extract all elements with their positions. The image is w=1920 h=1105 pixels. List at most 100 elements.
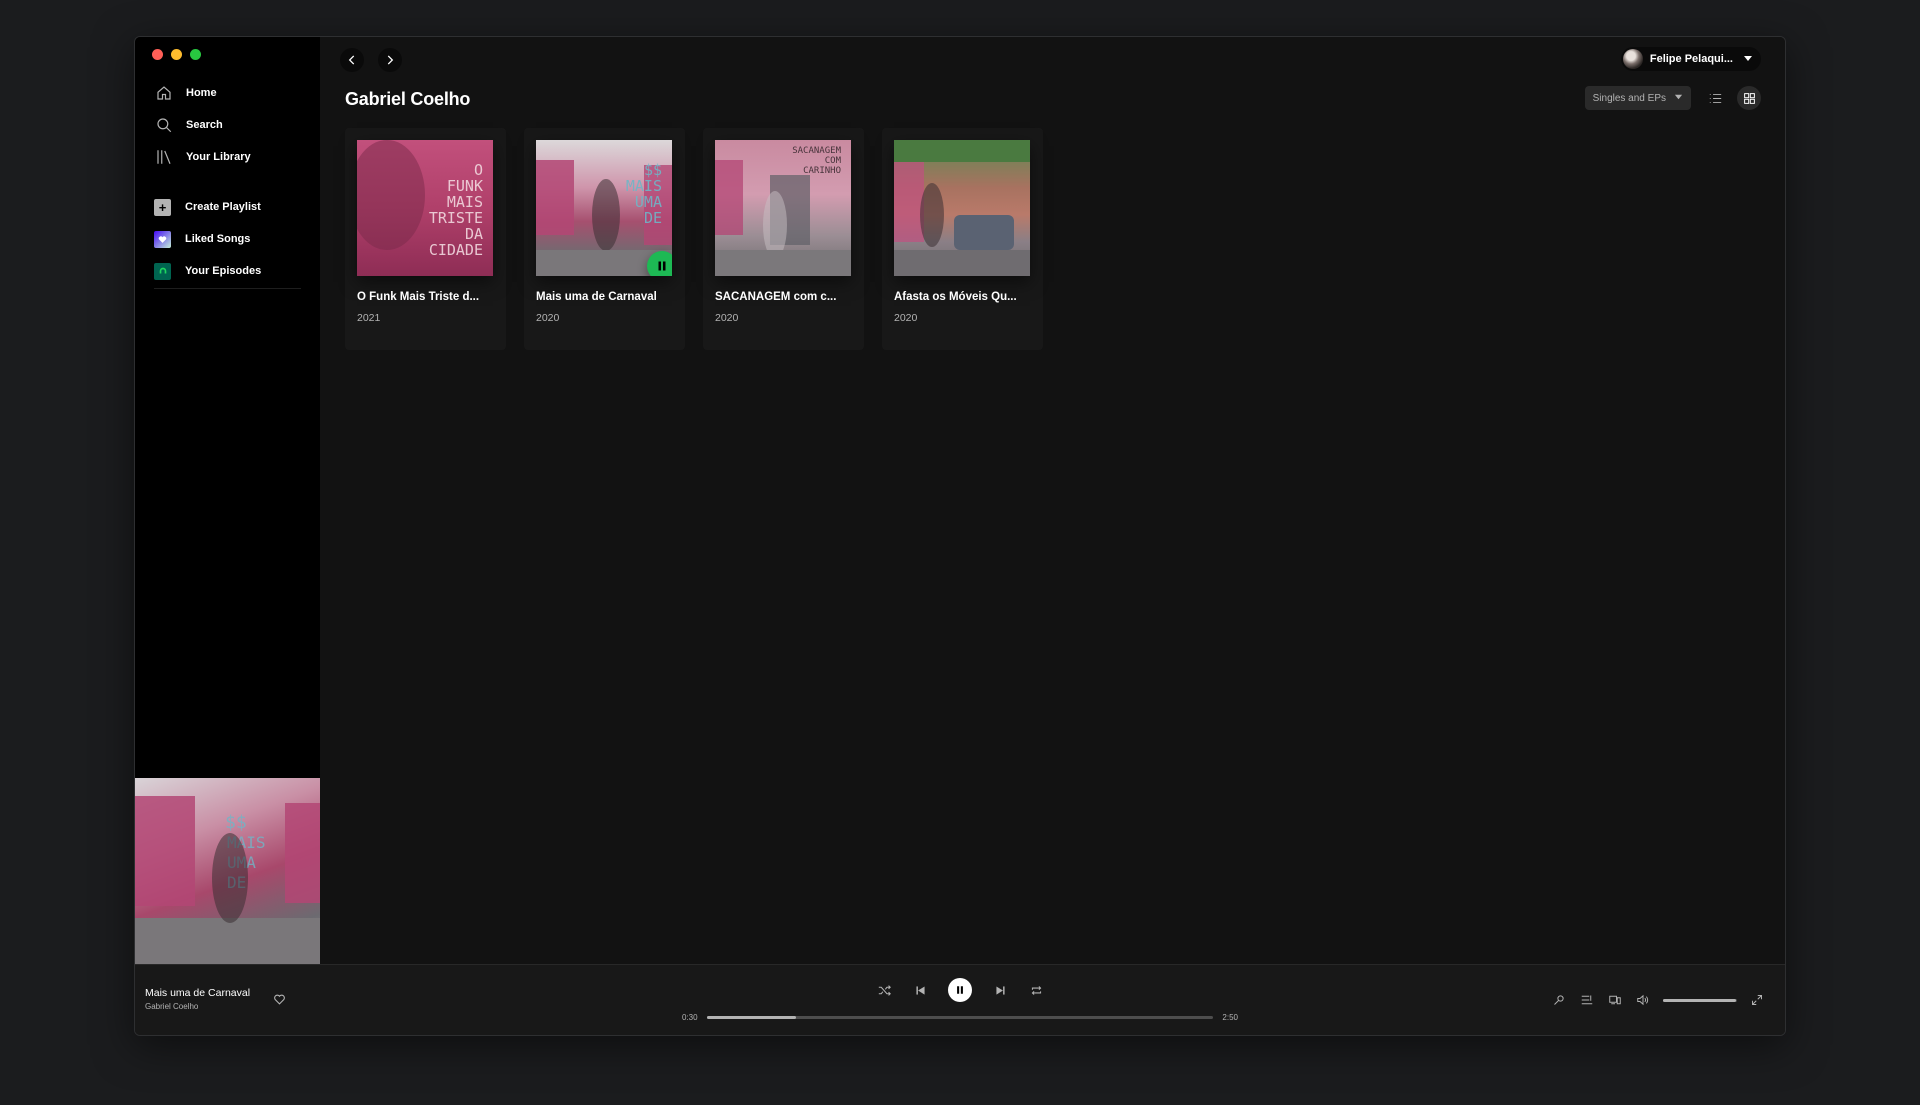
release-type-label: Singles and EPs xyxy=(1592,92,1666,104)
library-icon xyxy=(154,147,174,167)
now-playing-cover-art[interactable]: $$ MAIS UMA DE xyxy=(135,778,320,965)
now-playing-artist[interactable]: Gabriel Coelho xyxy=(145,1002,198,1011)
play-pause-button[interactable] xyxy=(948,978,972,1002)
skip-forward-icon xyxy=(995,985,1005,995)
album-title: O Funk Mais Triste d... xyxy=(357,291,480,303)
progress-row: 0:30 2:50 xyxy=(682,1011,1238,1023)
podcast-icon xyxy=(154,262,171,280)
forward-button[interactable] xyxy=(378,48,402,72)
next-button[interactable] xyxy=(992,982,1008,998)
sidebar-item-search[interactable]: Search xyxy=(135,109,320,141)
create-playlist-button[interactable]: + Create Playlist xyxy=(135,191,320,223)
plus-icon: + xyxy=(154,198,171,216)
now-playing-title[interactable]: Mais uma de Carnaval xyxy=(145,987,250,999)
expand-icon xyxy=(1752,995,1762,1005)
maximize-window-button[interactable] xyxy=(190,49,201,60)
pause-icon xyxy=(957,986,963,994)
volume-icon xyxy=(1637,994,1649,1006)
cover-text: $$ MAIS UMA DE xyxy=(625,161,662,227)
release-type-dropdown[interactable]: Singles and EPs xyxy=(1584,86,1691,110)
volume-slider[interactable] xyxy=(1663,998,1737,1002)
main-content: Felipe Pelaqui... Gabriel Coelho Singles… xyxy=(320,37,1785,965)
album-cover: SACANAGEM COM CARINHO xyxy=(715,140,851,276)
home-icon xyxy=(154,83,174,103)
like-button[interactable] xyxy=(273,993,287,1007)
extra-controls xyxy=(1551,992,1765,1008)
cover-text: O FUNK MAIS TRISTE DA CIDADE xyxy=(428,161,483,259)
back-button[interactable] xyxy=(340,48,364,72)
mute-button[interactable] xyxy=(1635,992,1651,1008)
liked-songs-label: Liked Songs xyxy=(185,233,251,245)
track-duration: 2:50 xyxy=(1222,1012,1238,1022)
queue-icon xyxy=(1581,995,1593,1005)
elapsed-time: 0:30 xyxy=(682,1012,698,1022)
album-year: 2021 xyxy=(357,312,381,324)
heart-outline-icon xyxy=(274,994,285,1005)
shuffle-icon xyxy=(878,984,891,996)
sidebar-item-label: Your Library xyxy=(186,151,251,163)
your-episodes-link[interactable]: Your Episodes xyxy=(135,255,320,287)
your-episodes-label: Your Episodes xyxy=(185,265,262,277)
fullscreen-button[interactable] xyxy=(1749,992,1765,1008)
queue-button[interactable] xyxy=(1579,992,1595,1008)
pause-button[interactable] xyxy=(647,251,672,276)
liked-songs-link[interactable]: Liked Songs xyxy=(135,223,320,255)
window-controls xyxy=(152,49,201,60)
cover-text: SACANAGEM COM CARINHO xyxy=(792,146,841,176)
microphone-icon xyxy=(1554,995,1564,1005)
heart-icon xyxy=(154,230,171,248)
album-title: Afasta os Móveis Qu... xyxy=(894,291,1017,303)
svg-text:$$: $$ xyxy=(225,812,247,833)
repeat-button[interactable] xyxy=(1028,982,1044,998)
sidebar-item-library[interactable]: Your Library xyxy=(135,141,320,173)
progress-bar[interactable] xyxy=(707,1015,1213,1019)
list-icon xyxy=(1709,93,1721,103)
album-cover: O FUNK MAIS TRISTE DA CIDADE xyxy=(357,140,493,276)
sidebar-item-label: Home xyxy=(186,87,217,99)
grid-view-button[interactable] xyxy=(1737,86,1761,110)
app-window: Home Search Your Library + Create Playli… xyxy=(134,36,1786,1036)
lyrics-button[interactable] xyxy=(1551,992,1567,1008)
sidebar-nav: Home Search Your Library + Create Playli… xyxy=(135,77,320,287)
top-bar: Felipe Pelaqui... xyxy=(320,37,1785,81)
caret-down-icon xyxy=(1666,92,1683,104)
user-menu-button[interactable]: Felipe Pelaqui... xyxy=(1620,47,1761,71)
album-cover xyxy=(894,140,1030,276)
album-card[interactable]: SACANAGEM COM CARINHO SACANAGEM com c... 2… xyxy=(703,128,864,350)
sidebar-item-home[interactable]: Home xyxy=(135,77,320,109)
chevron-left-icon xyxy=(348,55,355,65)
sidebar-item-label: Search xyxy=(186,119,223,131)
page-title: Gabriel Coelho xyxy=(345,89,471,109)
volume-fill xyxy=(1663,998,1736,1002)
minimize-window-button[interactable] xyxy=(171,49,182,60)
sidebar-divider xyxy=(154,288,301,289)
grid-icon xyxy=(1743,92,1755,104)
list-view-button[interactable] xyxy=(1703,86,1727,110)
progress-fill xyxy=(707,1015,797,1019)
skip-back-icon xyxy=(915,985,925,995)
album-year: 2020 xyxy=(894,312,918,324)
user-name: Felipe Pelaqui... xyxy=(1649,53,1733,65)
sidebar: Home Search Your Library + Create Playli… xyxy=(135,37,320,965)
playback-controls xyxy=(876,978,1044,1002)
devices-icon xyxy=(1609,995,1621,1005)
album-year: 2020 xyxy=(536,312,560,324)
album-card[interactable]: $$ MAIS UMA DE Mais uma de Carnaval 2020 xyxy=(524,128,685,350)
album-title: SACANAGEM com c... xyxy=(715,291,837,303)
avatar xyxy=(1622,49,1643,69)
connect-device-button[interactable] xyxy=(1607,992,1623,1008)
album-cover: $$ MAIS UMA DE xyxy=(536,140,672,276)
close-window-button[interactable] xyxy=(152,49,163,60)
album-year: 2020 xyxy=(715,312,739,324)
album-card[interactable]: O FUNK MAIS TRISTE DA CIDADE O Funk Mais Tris… xyxy=(345,128,506,350)
create-playlist-label: Create Playlist xyxy=(185,201,261,213)
release-grid: O FUNK MAIS TRISTE DA CIDADE O Funk Mais Tris… xyxy=(345,128,1043,350)
player-bar: Mais uma de Carnaval Gabriel Coelho 0:30 xyxy=(135,964,1785,1035)
shuffle-button[interactable] xyxy=(876,982,892,998)
album-title: Mais uma de Carnaval xyxy=(536,291,657,303)
pause-icon xyxy=(658,261,666,271)
album-card[interactable]: Afasta os Móveis Qu... 2020 xyxy=(882,128,1043,350)
previous-button[interactable] xyxy=(912,982,928,998)
repeat-icon xyxy=(1031,985,1041,995)
caret-down-icon xyxy=(1743,50,1753,68)
